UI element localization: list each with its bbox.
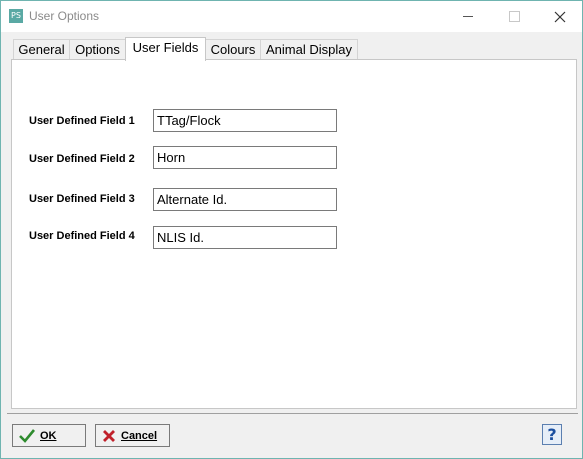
ok-label: OK: [40, 429, 57, 442]
tab-user-fields[interactable]: User Fields: [125, 37, 206, 61]
minimize-icon: [463, 16, 473, 17]
maximize-button[interactable]: [491, 1, 537, 32]
close-icon: [554, 11, 566, 22]
tab-strip: General Options User Fields Colours Anim…: [11, 37, 577, 61]
title-bar: PS User Options: [1, 1, 582, 32]
field-2-label: User Defined Field 2: [29, 153, 135, 165]
maximize-icon: [508, 11, 520, 22]
field-4-input[interactable]: NLIS Id.: [153, 226, 337, 249]
field-1-label: User Defined Field 1: [29, 115, 135, 127]
help-icon: ?: [547, 425, 557, 444]
footer-divider: [7, 413, 578, 414]
help-button[interactable]: ?: [542, 424, 562, 445]
ok-button[interactable]: OK: [12, 424, 86, 447]
tab-colours[interactable]: Colours: [205, 39, 261, 59]
app-icon: PS: [9, 9, 23, 23]
field-3-label: User Defined Field 3: [29, 193, 135, 205]
user-fields-panel: User Defined Field 1 TTag/Flock User Def…: [11, 59, 577, 409]
window-title: User Options: [29, 9, 100, 23]
field-2-input[interactable]: Horn: [153, 146, 337, 169]
tab-animal-display[interactable]: Animal Display: [260, 39, 358, 59]
user-options-window: PS User Options General Options User Fie…: [0, 0, 583, 459]
tab-general[interactable]: General: [13, 39, 70, 59]
field-4-label: User Defined Field 4: [29, 230, 135, 242]
cancel-x-icon: [103, 429, 115, 442]
close-button[interactable]: [537, 1, 583, 32]
field-3-input[interactable]: Alternate Id.: [153, 188, 337, 211]
cancel-button[interactable]: Cancel: [95, 424, 170, 447]
cancel-label: Cancel: [121, 429, 158, 442]
checkmark-icon: [19, 428, 35, 443]
field-1-input[interactable]: TTag/Flock: [153, 109, 337, 132]
minimize-button[interactable]: [445, 1, 491, 32]
tab-options[interactable]: Options: [69, 39, 126, 59]
